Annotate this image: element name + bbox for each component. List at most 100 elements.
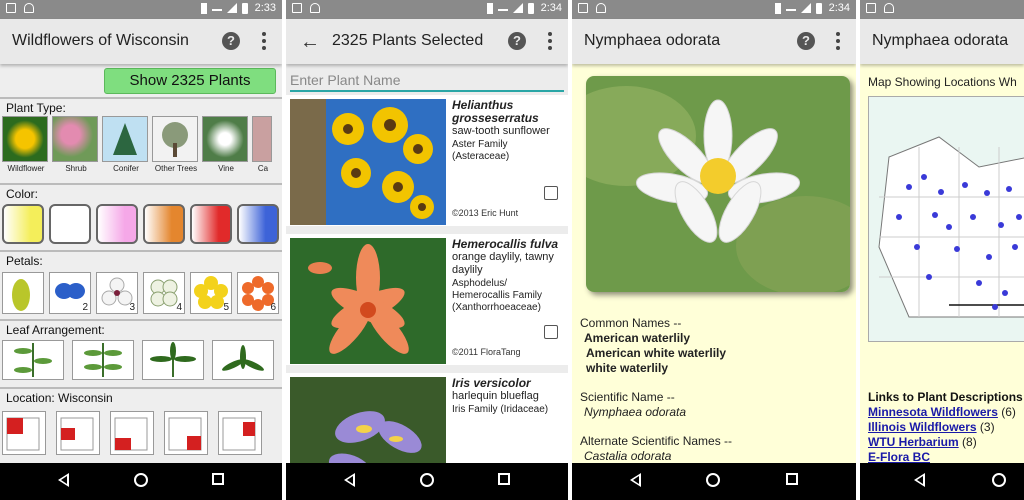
nav-recents-icon[interactable]	[212, 473, 224, 485]
location-southeast[interactable]	[164, 411, 208, 455]
pink-swatch[interactable]	[96, 204, 138, 244]
wisconsin-map-icon	[222, 417, 256, 451]
results-title: 2325 Plants Selected	[332, 32, 484, 49]
white-swatch[interactable]	[49, 204, 91, 244]
plant-name-search-input[interactable]: Enter Plant Name	[290, 72, 564, 92]
scientific-name: Hemerocallis fulva	[452, 237, 559, 251]
select-checkbox[interactable]	[544, 325, 558, 339]
petal-2[interactable]: 2	[49, 272, 91, 314]
photo-credit: ©2013 Eric Hunt	[452, 208, 519, 218]
minnesota-wildflowers-link[interactable]: Minnesota Wildflowers	[868, 405, 998, 419]
petal-irregular[interactable]	[2, 272, 44, 314]
location-section: Location: Wisconsin	[0, 387, 282, 463]
illinois-wildflowers-link[interactable]: Illinois Wildflowers	[868, 420, 977, 434]
leaf-basal[interactable]	[212, 340, 274, 380]
plant-detail-content: Common Names -- American waterlily Ameri…	[572, 64, 856, 463]
nav-back-icon[interactable]	[344, 473, 355, 487]
nav-home-icon[interactable]	[706, 473, 720, 487]
vine-thumb[interactable]: Vine	[202, 116, 248, 173]
petal-5[interactable]: 5	[190, 272, 232, 314]
status-bar	[860, 0, 1024, 19]
more-options-icon[interactable]	[548, 32, 552, 50]
plant-description: Common Names -- American waterlily Ameri…	[580, 316, 852, 464]
leaf-alternate[interactable]	[2, 340, 64, 380]
location-northwest[interactable]	[2, 411, 46, 455]
orange-swatch[interactable]	[143, 204, 185, 244]
list-item[interactable]: Hemerocallis fulva orange daylily, tawny…	[286, 234, 568, 369]
leaf-arrangement-label: Leaf Arrangement:	[6, 323, 105, 337]
more-options-icon[interactable]	[836, 32, 840, 50]
app-bar: Nymphaea odorata ?	[572, 19, 856, 64]
wisconsin-map-icon	[168, 417, 202, 451]
back-arrow-icon[interactable]: ←	[300, 31, 320, 54]
help-icon[interactable]: ?	[222, 32, 240, 50]
nav-home-icon[interactable]	[992, 473, 1006, 487]
tree-icon	[162, 122, 188, 157]
red-swatch[interactable]	[190, 204, 232, 244]
link-row: Illinois Wildflowers (3)	[868, 420, 995, 434]
status-bar: 2:34	[572, 0, 856, 19]
status-time: 2:34	[828, 2, 850, 14]
location-southwest[interactable]	[110, 411, 154, 455]
nav-back-icon[interactable]	[914, 473, 925, 487]
signal-icon	[512, 3, 523, 13]
plant-type-label: Plant Type:	[6, 101, 66, 115]
petal-6[interactable]: 6	[237, 272, 279, 314]
leaf-arrangement-section: Leaf Arrangement:	[0, 319, 282, 386]
links-heading: Links to Plant Descriptions	[868, 390, 1023, 404]
leaf-whorled[interactable]	[142, 340, 204, 380]
yellow-swatch[interactable]	[2, 204, 44, 244]
nav-back-icon[interactable]	[630, 473, 641, 487]
location-west[interactable]	[56, 411, 100, 455]
blue-swatch[interactable]	[237, 204, 279, 244]
nav-recents-icon[interactable]	[498, 473, 510, 485]
nav-back-icon[interactable]	[58, 473, 69, 487]
plant-photo[interactable]	[586, 76, 850, 292]
show-plants-button[interactable]: Show 2325 Plants	[104, 68, 276, 94]
select-checkbox[interactable]	[544, 186, 558, 200]
minus-icon	[497, 9, 508, 11]
wildflower-thumb[interactable]: Wildflower	[2, 116, 48, 173]
alternate-names-heading: Alternate Scientific Names --	[580, 434, 733, 448]
e-flora-bc-link[interactable]: E-Flora BC	[868, 450, 930, 464]
more-options-icon[interactable]	[262, 32, 266, 50]
status-bar: 2:34	[286, 0, 568, 19]
image-icon	[292, 3, 302, 13]
leaf-opposite[interactable]	[72, 340, 134, 380]
system-nav-bar	[572, 463, 856, 500]
conifer-thumb[interactable]: Conifer	[102, 116, 148, 173]
nav-home-icon[interactable]	[134, 473, 148, 487]
other-trees-thumb[interactable]: Other Trees	[152, 116, 198, 173]
plant-type-section: Plant Type: Wildflower Shrub Conifer Oth…	[0, 97, 282, 185]
basal-leaf-icon	[222, 345, 264, 371]
family-name: Iris Family (Iridaceae)	[452, 404, 549, 415]
petal-3[interactable]: 3	[96, 272, 138, 314]
screen-plant-detail: 2:34 Nymphaea odorata ? Common Names -- …	[572, 0, 856, 500]
list-item[interactable]: Helianthus grosseserratus saw-tooth sunf…	[286, 95, 568, 230]
wtu-herbarium-link[interactable]: WTU Herbarium	[868, 435, 959, 449]
location-east[interactable]	[218, 411, 262, 455]
distribution-map[interactable]	[868, 96, 1024, 342]
shrub-thumb[interactable]: Shrub	[52, 116, 98, 173]
app-bar: Nymphaea odorata	[860, 19, 1024, 64]
screen-results: 2:34 ← 2325 Plants Selected ? Enter Plan…	[286, 0, 568, 500]
help-icon[interactable]: ?	[797, 32, 815, 50]
common-name-1: American waterlily	[584, 331, 691, 345]
cactus-thumb[interactable]: Ca	[252, 116, 272, 173]
petal-4[interactable]: 4	[143, 272, 185, 314]
plant-map-content: Map Showing Locations Wh Links to Plant …	[860, 64, 1024, 464]
app-bar: Wildflowers of Wisconsin ?	[0, 19, 282, 64]
nav-recents-icon[interactable]	[786, 473, 798, 485]
bluetooth-icon	[774, 2, 781, 14]
link-row: WTU Herbarium (8)	[868, 435, 977, 449]
whorled-leaf-icon	[150, 342, 196, 377]
help-icon[interactable]: ?	[508, 32, 526, 50]
app-bar: ← 2325 Plants Selected ?	[286, 19, 568, 64]
minus-icon	[785, 9, 796, 11]
nav-home-icon[interactable]	[420, 473, 434, 487]
android-icon	[884, 3, 894, 13]
minus-icon	[211, 9, 222, 11]
signal-icon	[800, 3, 811, 13]
screen-home: 2:33 Wildflowers of Wisconsin ? Show 232…	[0, 0, 282, 500]
android-icon	[596, 3, 606, 13]
